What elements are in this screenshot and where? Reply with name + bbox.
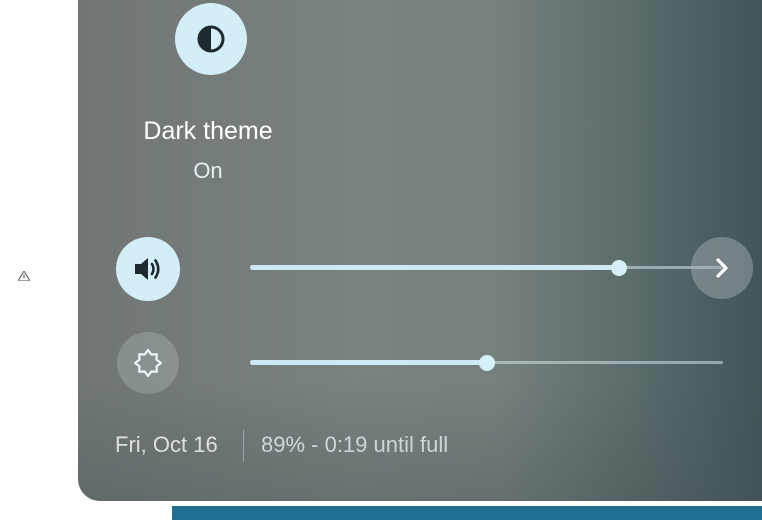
- dark-theme-status: On: [193, 158, 223, 183]
- shelf-bar: [172, 506, 762, 520]
- volume-mute-button[interactable]: [116, 237, 180, 301]
- dark-theme-label: Dark theme: [143, 117, 273, 145]
- volume-slider[interactable]: [250, 258, 723, 278]
- dark-theme-toggle[interactable]: [175, 3, 247, 75]
- audio-settings-button[interactable]: [691, 237, 753, 299]
- quick-settings-panel: Dark theme On Fri, Oct 16 89% - 0:19 unt…: [78, 0, 762, 501]
- warning-icon: [18, 271, 30, 281]
- brightness-slider[interactable]: [250, 353, 723, 373]
- background-window: [0, 0, 78, 520]
- volume-slider-fill: [250, 265, 619, 270]
- volume-slider-thumb[interactable]: [610, 260, 627, 276]
- chevron-right-icon: [716, 258, 728, 278]
- brightness-slider-fill: [250, 360, 487, 365]
- brightness-slider-thumb[interactable]: [478, 355, 495, 371]
- date-label[interactable]: Fri, Oct 16: [115, 432, 218, 458]
- contrast-icon: [197, 25, 225, 53]
- speaker-icon: [135, 258, 160, 280]
- status-divider: [243, 430, 244, 462]
- battery-status[interactable]: 89% - 0:19 until full: [261, 432, 448, 458]
- brightness-icon: [133, 348, 163, 378]
- brightness-button[interactable]: [117, 332, 179, 394]
